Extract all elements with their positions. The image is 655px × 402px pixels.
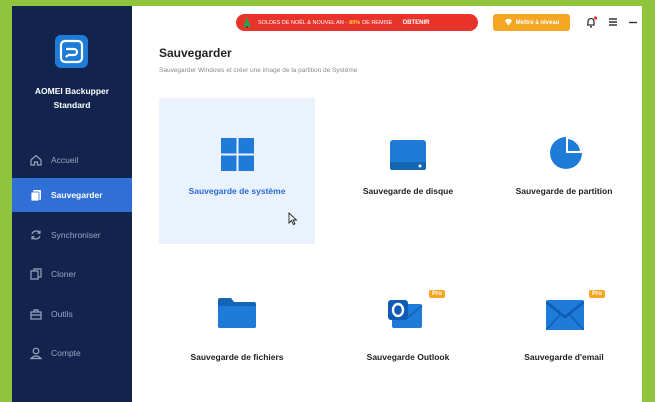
diamond-icon <box>504 18 513 28</box>
app-edition: Standard <box>53 100 91 110</box>
card-partition-backup[interactable]: Sauvegarde de partition <box>486 98 642 244</box>
app-window: AOMEI Backupper Standard Accueil Sauvega… <box>12 6 642 402</box>
promo-text-end: DE REMISE <box>362 19 393 26</box>
sidebar-item-cloner[interactable]: Cloner <box>12 257 132 291</box>
sync-icon <box>29 228 43 242</box>
windows-icon <box>221 138 254 176</box>
card-label: Sauvegarde de disque <box>362 186 454 196</box>
toolbox-icon <box>29 307 43 321</box>
card-label: Sauvegarde d'email <box>524 352 604 362</box>
promo-get-button[interactable]: OBTENIR <box>402 20 429 26</box>
top-bar: SOLDES DE NOËL & NOUVEL AN - 80% DE REMI… <box>132 6 642 40</box>
promo-banner[interactable]: SOLDES DE NOËL & NOUVEL AN - 80% DE REMI… <box>236 14 478 31</box>
sidebar-item-label: Compte <box>51 348 81 358</box>
backup-icon <box>29 188 43 202</box>
gift-icon <box>242 16 252 30</box>
promo-text: SOLDES DE NOËL & NOUVEL AN - <box>258 19 348 26</box>
minimize-icon[interactable] <box>626 15 640 29</box>
sidebar-item-synchroniser[interactable]: Synchroniser <box>12 218 132 252</box>
menu-icon[interactable] <box>606 15 620 29</box>
envelope-icon <box>545 300 585 335</box>
promo-discount: 80% <box>349 19 361 26</box>
card-label: Sauvegarde de partition <box>515 186 613 196</box>
folder-icon <box>218 296 256 333</box>
card-label: Sauvegarde de système <box>188 186 286 196</box>
outlook-icon <box>388 296 426 335</box>
user-icon <box>29 346 43 360</box>
disk-icon <box>390 140 426 175</box>
sidebar-item-label: Synchroniser <box>51 230 101 240</box>
card-label: Sauvegarde de fichiers <box>190 352 284 362</box>
pro-badge: Pro <box>589 290 606 298</box>
mouse-cursor-icon <box>288 211 298 231</box>
home-icon <box>29 153 43 167</box>
sidebar: AOMEI Backupper Standard Accueil Sauvega… <box>12 6 132 402</box>
clone-icon <box>29 267 43 281</box>
page-title: Sauvegarder <box>159 46 232 60</box>
card-label: Sauvegarde Outlook <box>366 352 450 362</box>
app-logo-icon <box>55 35 88 68</box>
sidebar-item-outils[interactable]: Outils <box>12 297 132 331</box>
notification-icon[interactable] <box>584 15 598 29</box>
card-disk-backup[interactable]: Sauvegarde de disque <box>330 98 486 244</box>
sidebar-item-label: Sauvegarder <box>51 190 103 200</box>
pro-badge: Pro <box>429 290 446 298</box>
sidebar-item-sauvegarder[interactable]: Sauvegarder <box>12 178 132 212</box>
partition-pie-icon <box>549 136 583 175</box>
sidebar-item-label: Cloner <box>51 269 77 279</box>
app-name-line1: AOMEI Backupper <box>34 86 110 96</box>
card-file-backup[interactable]: Sauvegarde de fichiers <box>159 256 315 402</box>
sidebar-item-compte[interactable]: Compte <box>12 336 132 370</box>
app-name: AOMEI Backupper Standard <box>12 84 132 112</box>
page-subtitle: Sauvegarder Windows et créer une image d… <box>159 67 358 74</box>
sidebar-item-label: Accueil <box>51 155 79 165</box>
card-outlook-backup[interactable]: Pro Sauvegarde Outlook <box>330 256 486 402</box>
sidebar-item-label: Outils <box>51 309 73 319</box>
upgrade-label: Mettre à niveau <box>515 19 560 26</box>
upgrade-button[interactable]: Mettre à niveau <box>493 14 570 31</box>
card-email-backup[interactable]: Pro Sauvegarde d'email <box>486 256 642 402</box>
sidebar-item-accueil[interactable]: Accueil <box>12 143 132 177</box>
